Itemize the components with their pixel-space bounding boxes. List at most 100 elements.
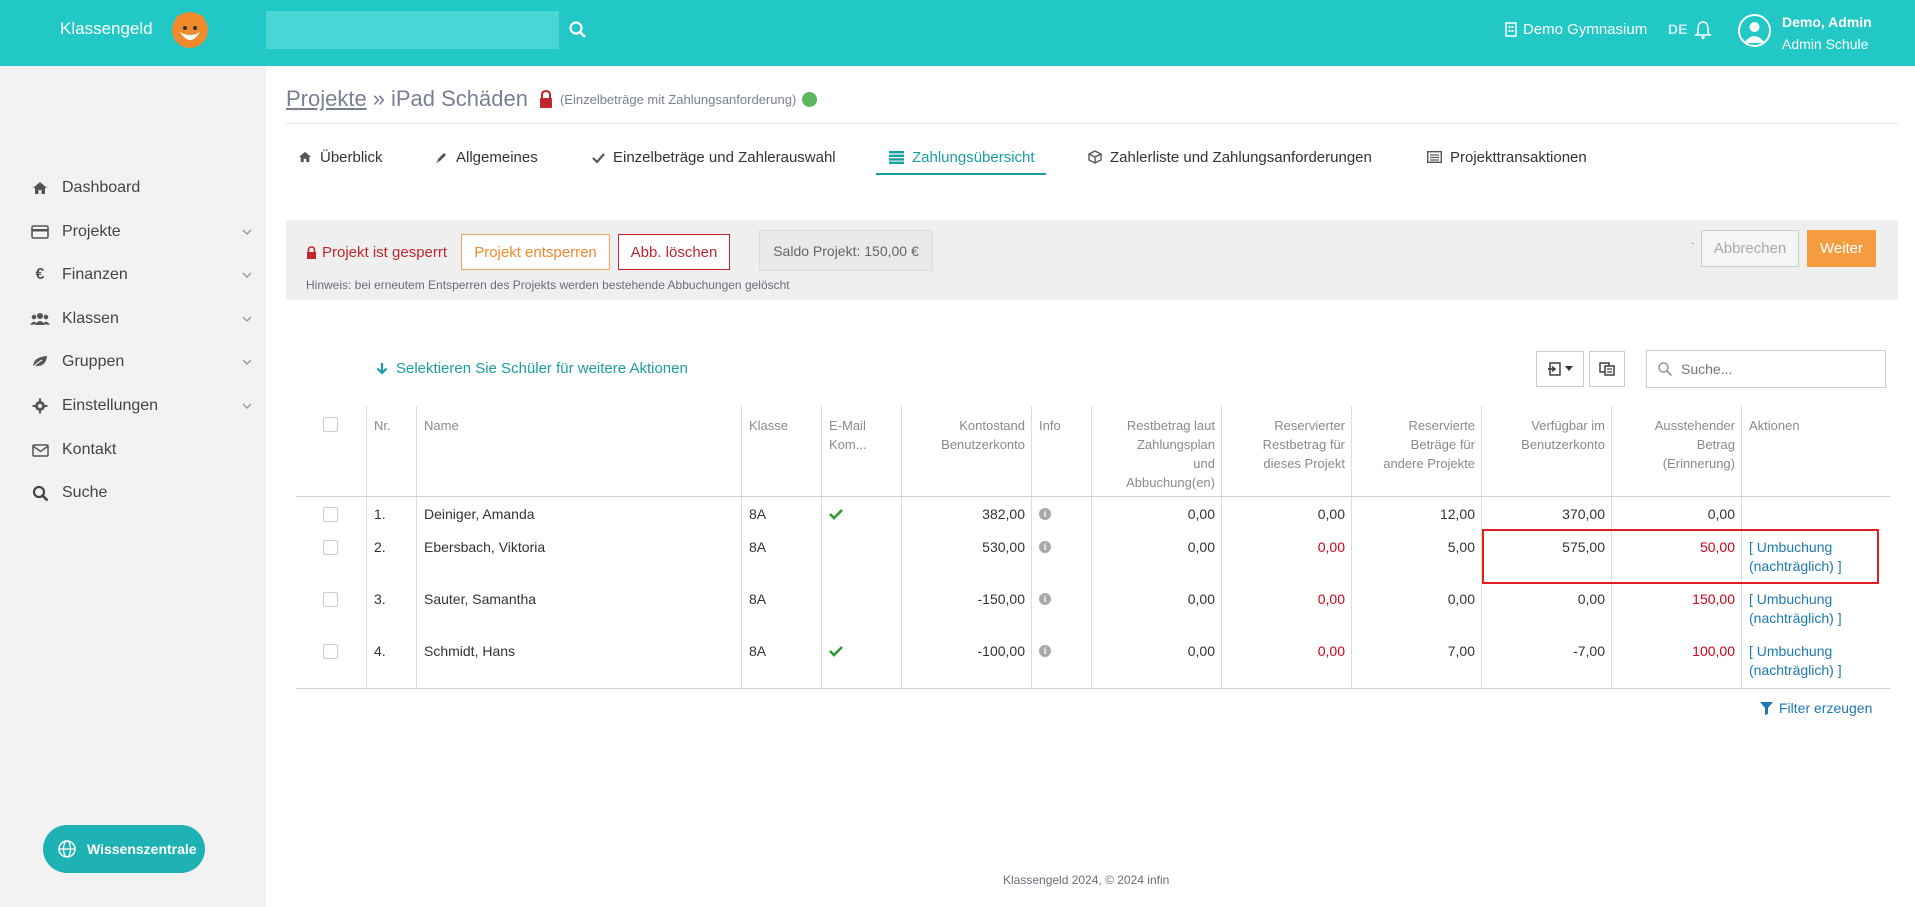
sidebar-item-dashboard[interactable]: Dashboard [0,168,266,208]
separator-dot: · [1691,238,1695,249]
check-icon [829,646,843,657]
header-kontostand[interactable]: Kontostand Benutzerkonto [905,416,1025,454]
knowledge-center-button[interactable]: Wissenszentrale [43,825,205,873]
header-nr[interactable]: Nr. [374,416,391,435]
cell-nr: 4. [374,643,386,659]
sidebar-item-klassen[interactable]: Klassen [0,299,266,339]
table-bottom-line [296,688,1890,689]
header-line: Abbuchung(en) [1126,475,1215,490]
export-dropdown-button[interactable] [1536,351,1584,387]
tab-projekttransaktionen[interactable]: Projekttransaktionen [1427,145,1587,169]
cell-reserviert-projekt: 0,00 [1317,506,1345,522]
unlock-project-button[interactable]: Projekt entsperren [461,234,610,270]
row-checkbox[interactable] [323,540,338,555]
header-line: Ausstehender [1654,418,1735,433]
header-line: Benutzerkonto [1521,437,1605,452]
tab-zahlungsuebersicht[interactable]: Zahlungsübersicht [889,145,1035,169]
row-checkbox[interactable] [323,644,338,659]
cancel-button[interactable]: Abbrechen [1701,230,1799,267]
col-divider [741,406,742,688]
check-icon [829,509,843,520]
tab-ueberblick[interactable]: Überblick [298,145,383,169]
info-icon[interactable]: i [1039,508,1051,520]
info-icon[interactable]: i [1039,541,1051,553]
cell-nr: 1. [374,506,386,522]
user-role: Admin Schule [1782,36,1869,52]
list-icon [889,150,904,164]
sidebar-item-suche[interactable]: Suche [0,473,266,513]
tab-einzelbetraege[interactable]: Einzelbeträge und Zahlerauswahl [592,145,836,169]
cell-ausstehend: 0,00 [1707,506,1735,522]
language-switch[interactable]: DE [1668,21,1687,37]
rebooking-link[interactable]: [ Umbuchung (nachträglich) ] [1749,590,1842,628]
brand-name[interactable]: Klassengeld [60,19,153,39]
sidebar-item-projekte[interactable]: Projekte [0,212,266,252]
header-klasse[interactable]: Klasse [749,416,788,435]
tab-zahlerliste[interactable]: Zahlerliste und Zahlungsanforderungen [1088,145,1372,169]
info-icon[interactable]: i [1039,593,1051,605]
sidebar-item-finanzen[interactable]: € Finanzen [0,255,266,295]
user-name[interactable]: Demo, Admin [1782,14,1872,30]
sidebar-item-gruppen[interactable]: Gruppen [0,342,266,382]
page-title: iPad Schäden [390,86,528,111]
footer-copyright: Klassengeld 2024, © 2024 infin [1003,873,1170,887]
tab-allgemeines[interactable]: Allgemeines [435,145,538,169]
filter-icon [1760,701,1773,715]
header-verfuegbar[interactable]: Verfügbar im Benutzerkonto [1485,416,1605,454]
header-restbetrag[interactable]: Restbetrag laut Zahlungsplan und Abbuchu… [1095,416,1215,492]
header-line: Reservierter [1274,418,1345,433]
sidebar-item-einstellungen[interactable]: Einstellungen [0,386,266,426]
knowledge-center-label: Wissenszentrale [87,841,197,857]
fox-logo-icon[interactable] [170,8,210,50]
locked-status: Projekt ist gesperrt [306,244,447,261]
header-line: Benutzerkonto [941,437,1025,452]
columns-icon [1599,362,1615,376]
header-reserviert-andere[interactable]: Reservierte Beträge für andere Projekte [1355,416,1475,473]
header-line: Betrag [1696,437,1735,452]
building-icon [1505,22,1517,37]
bell-icon[interactable] [1694,20,1712,40]
status-indicator [802,91,818,107]
cell-kontostand: -150,00 [977,591,1025,607]
sidebar-item-label: Klassen [62,310,119,327]
header-reserviert-projekt[interactable]: Reservierter Restbetrag für dieses Proje… [1225,416,1345,473]
create-filter-link[interactable]: Filter erzeugen [1760,700,1872,716]
info-icon[interactable]: i [1039,645,1051,657]
sidebar-item-kontakt[interactable]: Kontakt [0,430,266,470]
next-button[interactable]: Weiter [1807,230,1876,267]
cell-kontostand: -100,00 [977,643,1025,659]
copy-view-button[interactable] [1589,351,1625,387]
export-icon [1548,362,1561,376]
home-icon [30,178,50,198]
cell-kontostand: 530,00 [982,539,1025,555]
rebooking-link[interactable]: [ Umbuchung (nachträglich) ] [1749,642,1842,680]
avatar[interactable] [1738,14,1771,47]
cell-reserviert-andere: 12,00 [1439,506,1475,522]
cell-ausstehend: 100,00 [1692,643,1735,659]
search-icon[interactable] [566,18,590,42]
unlock-hint: Hinweis: bei erneutem Entsperren des Pro… [306,278,790,292]
cell-nr: 3. [374,591,386,607]
global-search-input[interactable] [266,11,559,49]
select-all-checkbox[interactable] [323,417,338,432]
breadcrumb-link-projekte[interactable]: Projekte [286,86,367,112]
cell-reserviert-andere: 0,00 [1447,591,1475,607]
header-name[interactable]: Name [424,416,459,435]
cell-kontostand: 382,00 [982,506,1025,522]
rebooking-link-line: [ Umbuchung [1749,591,1833,607]
table-search[interactable] [1646,350,1886,388]
school-selector[interactable]: Demo Gymnasium [1505,21,1647,38]
row-checkbox[interactable] [323,507,338,522]
sidebar-item-label: Einstellungen [62,397,159,414]
header-email[interactable]: E-Mail Kom... [829,416,867,454]
row-checkbox[interactable] [323,592,338,607]
mail-icon [30,440,50,460]
sidebar-item-label: Dashboard [62,179,141,196]
header-info[interactable]: Info [1039,416,1061,435]
create-filter-label: Filter erzeugen [1779,700,1873,716]
select-students-hint[interactable]: Selektieren Sie Schüler für weitere Akti… [376,360,688,377]
delete-debits-button[interactable]: Abb. löschen [618,234,730,270]
table-search-input[interactable] [1681,359,1877,379]
header-ausstehend[interactable]: Ausstehender Betrag (Erinnerung) [1615,416,1735,473]
cell-name: Deiniger, Amanda [424,506,535,522]
